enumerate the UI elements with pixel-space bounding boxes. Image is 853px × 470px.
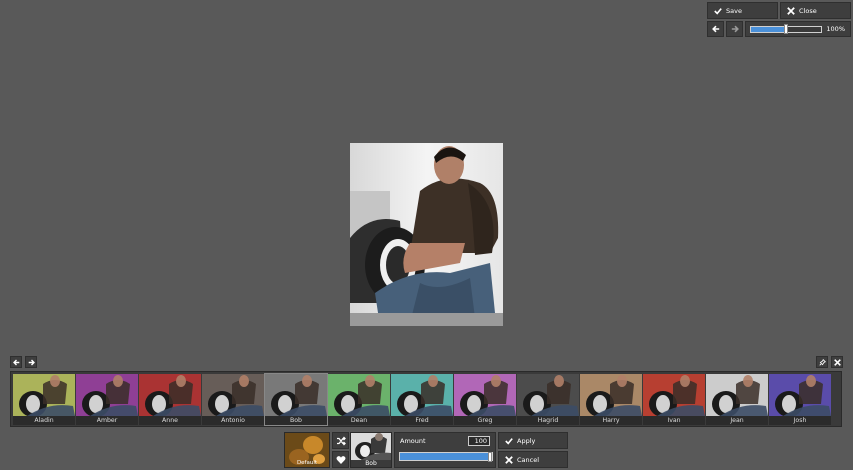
- filter-thumbnail[interactable]: Dean: [328, 374, 390, 425]
- filmstrip-next-button[interactable]: [25, 356, 37, 368]
- filter-preview-image: [454, 374, 516, 416]
- filter-thumbnail[interactable]: Bob: [264, 373, 328, 426]
- filter-preview-image: [706, 374, 768, 416]
- undo-button[interactable]: [707, 21, 724, 37]
- check-icon: [714, 7, 722, 15]
- filter-thumbnail[interactable]: Josh: [769, 374, 831, 425]
- filter-thumbnail-label: Bob: [290, 417, 302, 424]
- close-icon: [787, 6, 795, 15]
- apply-button[interactable]: Apply: [498, 432, 568, 449]
- filter-thumbnail-label: Ivan: [667, 417, 681, 424]
- save-label: Save: [726, 6, 742, 15]
- close-button[interactable]: Close: [780, 2, 851, 19]
- filter-preview-image: [139, 374, 201, 416]
- filter-thumbnail-label: Fred: [415, 417, 429, 424]
- filter-thumbnail-label: Harry: [602, 417, 620, 424]
- filter-thumbnail[interactable]: Aladin: [13, 374, 75, 425]
- cancel-button[interactable]: Cancel: [498, 451, 568, 468]
- filter-thumbnail[interactable]: Greg: [454, 374, 516, 425]
- close-icon: [505, 455, 513, 464]
- filter-thumbnail[interactable]: Hagrid: [517, 374, 579, 425]
- filter-thumbnail[interactable]: Fred: [391, 374, 453, 425]
- arrow-left-icon: [12, 359, 19, 365]
- arrow-left-icon: [711, 25, 719, 33]
- shuffle-button[interactable]: [332, 432, 349, 449]
- photo-canvas[interactable]: [350, 143, 503, 326]
- filter-thumbnail-label: Aladin: [34, 417, 54, 424]
- filter-thumbnail[interactable]: Jean: [706, 374, 768, 425]
- favorite-button[interactable]: [332, 451, 349, 468]
- zoom-slider-handle[interactable]: [784, 24, 788, 34]
- current-filter-label: Bob: [365, 460, 377, 467]
- filter-thumbnail[interactable]: Harry: [580, 374, 642, 425]
- check-icon: [505, 437, 513, 445]
- amount-label: Amount: [400, 437, 426, 445]
- filter-thumbnail-label: Greg: [477, 417, 493, 424]
- zoom-level-label: 100%: [826, 25, 845, 33]
- save-button[interactable]: Save: [707, 2, 778, 19]
- amount-control: Amount 100: [394, 432, 496, 468]
- filter-thumbnail[interactable]: Anne: [139, 374, 201, 425]
- default-preset-label: Default: [296, 460, 318, 466]
- zoom-slider-fill: [751, 27, 786, 32]
- default-preset-tile[interactable]: Default: [284, 432, 330, 468]
- filter-thumbnail-label: Anne: [162, 417, 178, 424]
- filter-thumbnail[interactable]: Ivan: [643, 374, 705, 425]
- filter-preview-image: [202, 374, 264, 416]
- pin-button[interactable]: [816, 356, 828, 368]
- amount-slider-fill: [400, 453, 492, 460]
- filter-preview-image: [643, 374, 705, 416]
- filter-preview-image: [580, 374, 642, 416]
- cancel-label: Cancel: [517, 455, 540, 464]
- redo-button[interactable]: [726, 21, 743, 37]
- pin-icon: [818, 358, 826, 366]
- apply-label: Apply: [517, 436, 536, 445]
- current-filter-tile[interactable]: Bob: [350, 432, 392, 468]
- arrow-right-icon: [731, 25, 739, 33]
- filter-thumbnail-label: Jean: [730, 417, 744, 424]
- current-filter-thumbnail: [351, 433, 391, 460]
- filmstrip-close-button[interactable]: [831, 356, 843, 368]
- filter-filmstrip: Aladin Amber Anne Antonio Bob Dean Fred Greg Hag…: [10, 371, 842, 427]
- amount-slider[interactable]: [399, 452, 493, 462]
- zoom-control: 100%: [745, 21, 851, 37]
- filter-preview-image: [769, 374, 831, 416]
- filter-thumbnail-label: Dean: [350, 417, 368, 424]
- arrow-right-icon: [28, 359, 35, 365]
- filter-thumbnail-label: Hagrid: [537, 417, 559, 424]
- filter-preview-image: [265, 374, 327, 416]
- filter-thumbnail[interactable]: Amber: [76, 374, 138, 425]
- filter-thumbnail-label: Amber: [96, 417, 118, 424]
- close-label: Close: [799, 6, 817, 15]
- shuffle-icon: [336, 436, 346, 445]
- filter-thumbnail-label: Antonio: [221, 417, 245, 424]
- filmstrip-prev-button[interactable]: [10, 356, 22, 368]
- filter-preview-image: [391, 374, 453, 416]
- photo-image: [350, 143, 503, 326]
- filter-preview-image: [13, 374, 75, 416]
- amount-slider-handle[interactable]: [488, 452, 492, 462]
- filter-thumbnail-label: Josh: [793, 417, 807, 424]
- filter-preview-image: [517, 374, 579, 416]
- amount-input[interactable]: 100: [468, 436, 490, 446]
- filter-thumbnail[interactable]: Antonio: [202, 374, 264, 425]
- filter-preview-image: [328, 374, 390, 416]
- filter-preview-image: [76, 374, 138, 416]
- heart-icon: [336, 455, 345, 464]
- close-icon: [833, 358, 841, 366]
